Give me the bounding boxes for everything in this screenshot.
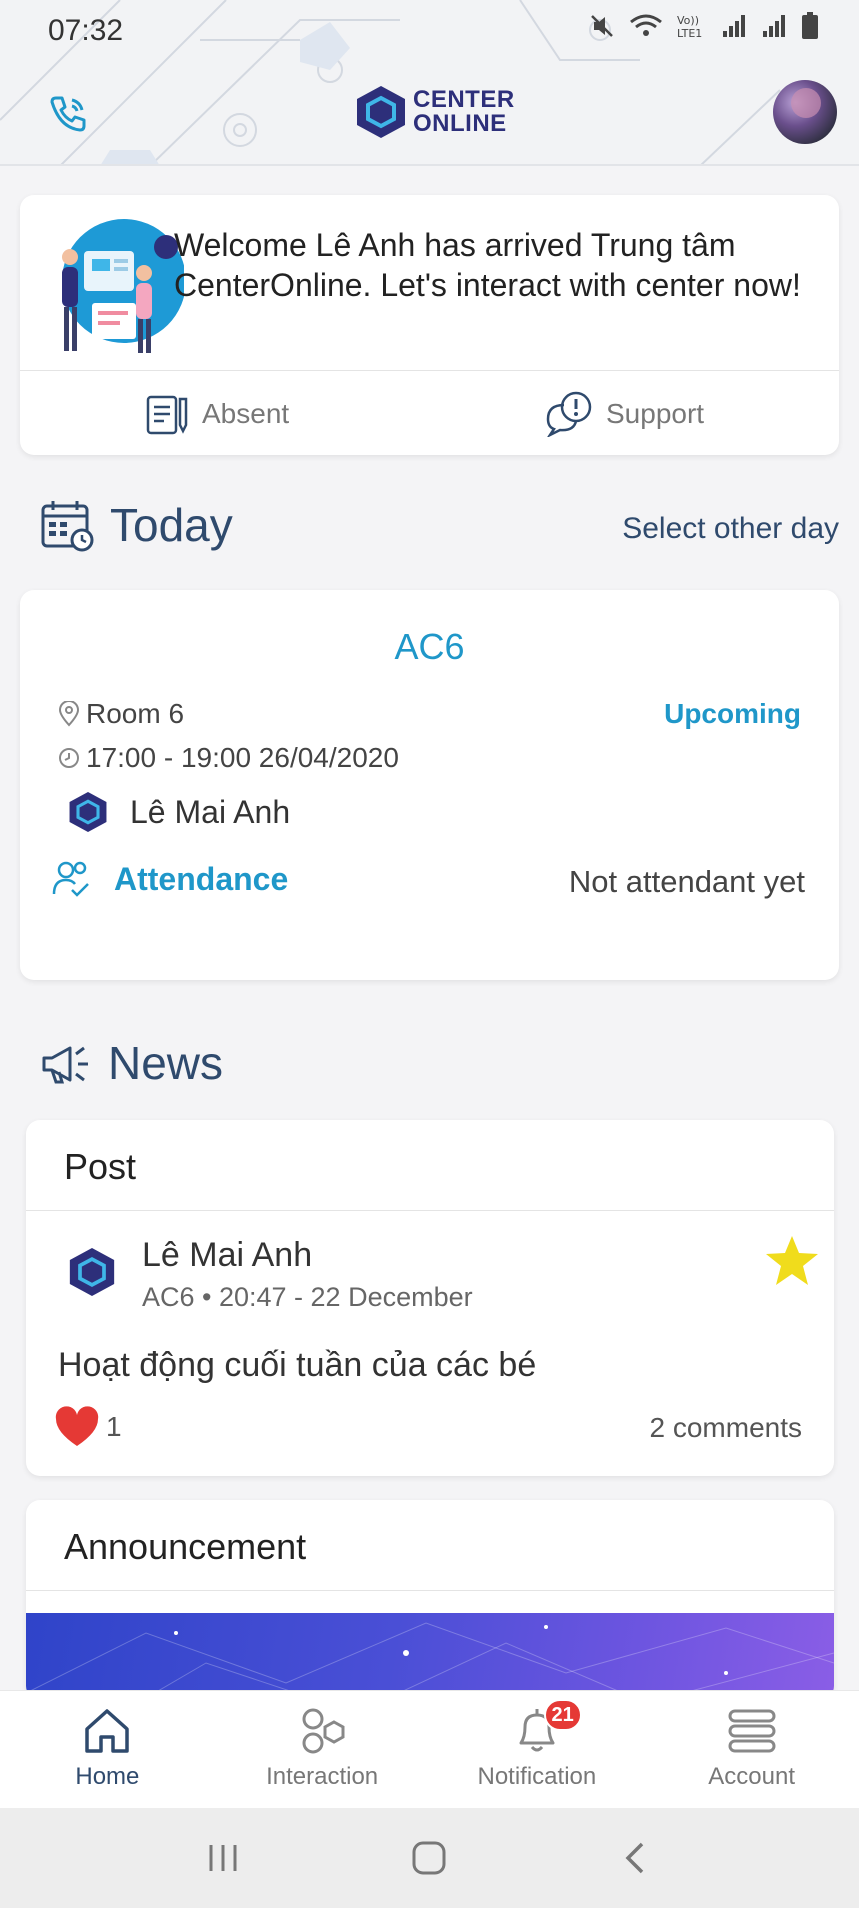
nav-home[interactable]: Home — [0, 1691, 215, 1808]
attendance-button[interactable]: Attendance — [52, 860, 288, 898]
logo-hexagon-icon — [357, 86, 405, 138]
volte-icon: Vo))LTE1 — [677, 14, 702, 39]
status-icons: Vo)) LTE1 — [589, 12, 819, 40]
likes-count: 1 — [106, 1411, 122, 1442]
post-section-label: Post — [64, 1146, 137, 1187]
post-card[interactable]: Post Lê Mai Anh AC6 • 20:47 - 22 Decembe… — [26, 1120, 834, 1476]
teacher-name: Lê Mai Anh — [130, 793, 291, 830]
room-label: Room 6 — [86, 698, 185, 729]
announcement-divider — [26, 1590, 834, 1591]
logo-line2: ONLINE — [413, 110, 507, 137]
news-header: News — [40, 1036, 223, 1090]
announcement-card[interactable]: Announcement — [26, 1500, 834, 1700]
mute-icon — [591, 15, 613, 37]
app-header: 07:32 Vo)) LTE1 CENTER ONLINE — [0, 0, 859, 166]
absent-button[interactable]: Absent — [144, 391, 289, 437]
phone-icon — [50, 96, 86, 132]
clock-icon — [59, 748, 79, 768]
post-title: Hoạt động cuối tuần của các bé — [58, 1346, 537, 1384]
nav-account[interactable]: Account — [644, 1691, 859, 1808]
news-title: News — [108, 1037, 224, 1089]
home-icon — [85, 1709, 130, 1753]
recent-apps-icon[interactable] — [205, 1841, 241, 1875]
today-header: Today — [40, 498, 233, 552]
logo-line1: CENTER — [413, 86, 515, 113]
calendar-icon — [41, 501, 94, 552]
bottom-navigation: Home Interaction Notification 21 Account — [0, 1690, 859, 1808]
status-time: 07:32 — [48, 14, 124, 47]
call-button[interactable] — [44, 90, 92, 138]
class-time: 17:00 - 19:00 26/04/2020 — [58, 742, 399, 774]
welcome-card: Welcome Lê Anh has arrived Trung tâm Cen… — [20, 195, 839, 455]
svg-text:LTE1: LTE1 — [677, 27, 702, 39]
heart-icon — [55, 1406, 99, 1446]
today-title: Today — [110, 499, 233, 551]
battery-icon — [802, 12, 818, 39]
class-status-badge: Upcoming — [664, 698, 801, 729]
nav-interaction-label: Interaction — [266, 1763, 379, 1790]
menu-icon — [728, 1709, 776, 1753]
post-author-logo-icon — [69, 1248, 115, 1296]
announcement-banner-image — [26, 1613, 834, 1700]
support-button[interactable]: Support — [544, 391, 704, 437]
signal-icon — [763, 15, 785, 37]
post-likes[interactable]: 1 — [54, 1406, 122, 1448]
nav-home-label: Home — [75, 1763, 140, 1790]
time-label: 17:00 - 19:00 26/04/2020 — [86, 742, 399, 773]
nav-notification[interactable]: Notification 21 — [430, 1691, 645, 1808]
welcome-message: Welcome Lê Anh has arrived Trung tâm Cen… — [174, 227, 801, 303]
support-chat-icon — [546, 391, 592, 437]
nav-notification-label: Notification — [477, 1763, 597, 1790]
class-name: AC6 — [394, 626, 465, 667]
app-logo: CENTER ONLINE — [355, 84, 515, 140]
post-meta: AC6 • 20:47 - 22 December — [142, 1282, 473, 1312]
home-system-icon[interactable] — [411, 1840, 447, 1876]
class-teacher: Lê Mai Anh — [68, 790, 290, 834]
welcome-illustration — [62, 219, 184, 353]
attendance-label: Attendance — [114, 860, 289, 897]
select-other-day-link[interactable]: Select other day — [622, 512, 839, 546]
system-navigation-bar — [0, 1808, 859, 1908]
notification-count-badge: 21 — [543, 1699, 582, 1731]
megaphone-icon — [42, 1046, 88, 1084]
announcement-section-label: Announcement — [64, 1526, 307, 1567]
nav-account-label: Account — [708, 1763, 795, 1790]
interaction-icon — [302, 1708, 345, 1754]
class-card[interactable]: AC6 Room 6 Upcoming 17:00 - 19:00 26/04/… — [20, 590, 839, 980]
attendance-status: Not attendant yet — [568, 864, 805, 899]
nav-interaction[interactable]: Interaction — [215, 1691, 430, 1808]
user-avatar[interactable] — [773, 80, 837, 144]
teacher-logo-icon — [69, 792, 107, 832]
star-icon[interactable] — [764, 1234, 820, 1288]
wifi-icon — [630, 14, 662, 36]
class-room: Room 6 — [58, 698, 184, 730]
absent-label: Absent — [202, 398, 290, 429]
banner-pattern — [26, 1622, 834, 1700]
comments-link[interactable]: 2 comments — [650, 1412, 803, 1444]
logo-text: CENTER ONLINE — [413, 88, 515, 136]
post-author: Lê Mai Anh — [142, 1236, 313, 1274]
signal-icon — [723, 15, 745, 37]
location-pin-icon — [58, 701, 80, 727]
back-icon[interactable] — [618, 1840, 654, 1876]
post-divider — [26, 1210, 834, 1211]
attendance-users-icon — [52, 861, 89, 897]
svg-text:Vo)): Vo)) — [677, 14, 699, 27]
absent-form-icon — [146, 395, 188, 435]
support-label: Support — [606, 398, 705, 429]
welcome-divider — [20, 370, 839, 371]
